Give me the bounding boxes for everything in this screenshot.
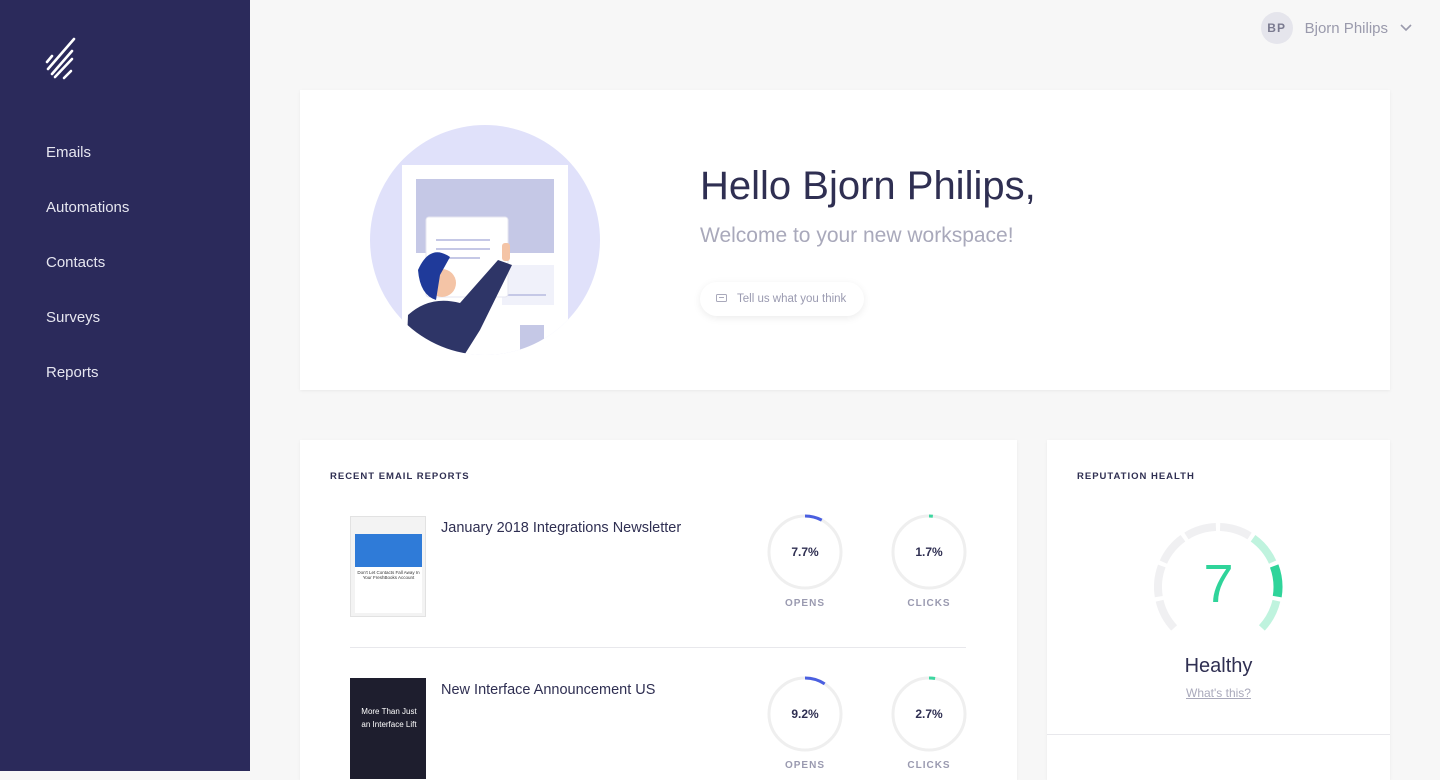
email-report-title[interactable]: New Interface Announcement US	[441, 682, 655, 698]
divider	[350, 647, 966, 648]
sidebar: Emails Automations Contacts Surveys Repo…	[0, 0, 250, 771]
email-thumbnail[interactable]: Don't Let Contacts Fall Away In Your Fre…	[350, 516, 426, 617]
thumbnail-headline: Don't Let Contacts Fall Away In Your Fre…	[355, 567, 422, 613]
ring-progress	[805, 516, 822, 520]
section-title: RECENT EMAIL REPORTS	[330, 471, 470, 482]
reputation-score: 7	[1047, 553, 1390, 615]
user-menu[interactable]: BP Bjorn Philips	[1261, 12, 1412, 44]
chat-icon	[716, 294, 727, 304]
ring-progress	[929, 678, 935, 679]
opens-value: 9.2%	[767, 707, 843, 721]
divider	[1047, 734, 1390, 735]
avatar: BP	[1261, 12, 1293, 44]
user-name: Bjorn Philips	[1305, 20, 1388, 37]
section-title: REPUTATION HEALTH	[1077, 471, 1195, 482]
gauge-segment	[1186, 527, 1215, 536]
welcome-card: Hello Bjorn Philips, Welcome to your new…	[300, 90, 1390, 390]
reputation-status: Healthy	[1047, 655, 1390, 678]
email-thumbnail[interactable]: More Than Just an Interface Lift	[350, 678, 426, 779]
sidebar-item-emails[interactable]: Emails	[46, 144, 91, 161]
opens-label: OPENS	[767, 760, 843, 771]
welcome-illustration	[370, 125, 600, 355]
opens-value: 7.7%	[767, 545, 843, 559]
opens-label: OPENS	[767, 598, 843, 609]
gauge-segment	[1220, 527, 1249, 536]
clicks-value: 1.7%	[891, 545, 967, 559]
sidebar-item-automations[interactable]: Automations	[46, 199, 129, 216]
greeting-heading: Hello Bjorn Philips,	[700, 164, 1036, 209]
feedback-button[interactable]: Tell us what you think	[700, 282, 864, 316]
sidebar-item-contacts[interactable]: Contacts	[46, 254, 105, 271]
logo-icon[interactable]	[42, 32, 82, 87]
reputation-health-card: REPUTATION HEALTH 7 Healthy What's this?	[1047, 440, 1390, 780]
clicks-value: 2.7%	[891, 707, 967, 721]
thumbnail-headline: More Than Just an Interface Lift	[357, 705, 421, 731]
whats-this-link[interactable]: What's this?	[1047, 686, 1390, 700]
chevron-down-icon	[1400, 24, 1412, 32]
sidebar-item-reports[interactable]: Reports	[46, 364, 99, 381]
email-report-title[interactable]: January 2018 Integrations Newsletter	[441, 520, 681, 536]
recent-email-reports-card: RECENT EMAIL REPORTS Don't Let Contacts …	[300, 440, 1017, 780]
feedback-label: Tell us what you think	[737, 293, 846, 305]
clicks-label: CLICKS	[891, 760, 967, 771]
welcome-subtitle: Welcome to your new workspace!	[700, 224, 1014, 248]
clicks-label: CLICKS	[891, 598, 967, 609]
sidebar-item-surveys[interactable]: Surveys	[46, 309, 100, 326]
